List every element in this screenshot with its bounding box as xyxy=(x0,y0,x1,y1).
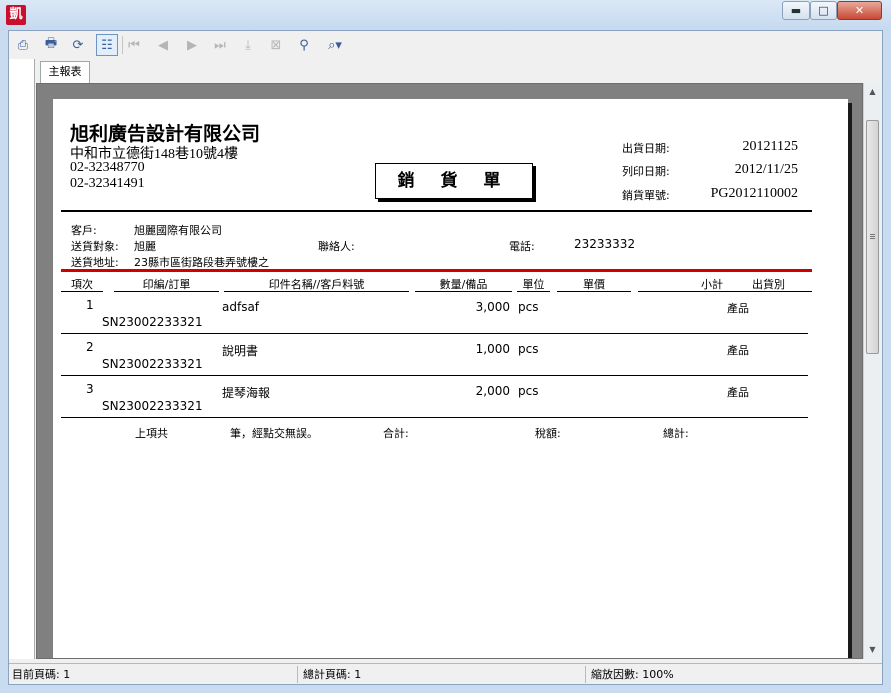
status-total-pages: 總計頁碼: 1 xyxy=(300,666,586,683)
group-tree-icon[interactable]: ☷ xyxy=(96,34,118,56)
customer-name: 旭麗國際有限公司 xyxy=(134,224,222,237)
ship-to: 旭麗 xyxy=(134,240,156,253)
row-unit: pcs xyxy=(518,300,539,314)
row-ship-type: 產品 xyxy=(727,386,749,399)
app-icon[interactable]: 凱 xyxy=(6,5,26,25)
row-order-number: SN23002233321 xyxy=(102,399,203,413)
ship-address: 23縣市區街路段巷弄號樓之 xyxy=(134,256,269,269)
row-quantity: 2,000 xyxy=(475,384,510,398)
row-divider xyxy=(61,417,808,418)
print-icon[interactable]: 🖶 xyxy=(40,34,62,56)
status-zoom: 縮放因數: 100% xyxy=(591,668,674,681)
company-phone: 02-32348770 xyxy=(70,160,145,175)
col-index: 項次 xyxy=(61,278,103,292)
last-page-icon[interactable]: ⏭ xyxy=(209,34,231,56)
col-unit: 單位 xyxy=(517,278,550,292)
col-quantity: 數量/備品 xyxy=(415,278,512,292)
row-item-name: adfsaf xyxy=(222,300,260,314)
row-index: 1 xyxy=(86,298,94,312)
tab-main-report[interactable]: 主報表 xyxy=(40,61,90,83)
report-page: 旭利廣告設計有限公司 中和市立德街148巷10號4樓 02-32348770 0… xyxy=(53,99,848,658)
row-divider xyxy=(61,375,808,376)
toolbar: ⎙ 🖶 ⟳ ☷ ⏮ ◀ ▶ ⏭ ⤓ ⊠ ⚲ ⌕▾ xyxy=(9,31,882,59)
first-page-icon[interactable]: ⏮ xyxy=(123,34,145,56)
find-icon[interactable]: ⚲ xyxy=(293,34,315,56)
scroll-up-icon[interactable]: ▲ xyxy=(864,83,881,100)
previous-page-icon[interactable]: ◀ xyxy=(152,34,174,56)
contact-label: 聯絡人: xyxy=(318,240,355,253)
row-item-name: 提琴海報 xyxy=(222,386,271,400)
print-date: 2012/11/25 xyxy=(734,162,798,177)
row-unit: pcs xyxy=(518,342,539,356)
row-item-name: 說明書 xyxy=(222,344,259,358)
customer-label: 客戶: xyxy=(71,224,97,237)
refresh-icon[interactable]: ⟳ xyxy=(67,34,89,56)
row-divider xyxy=(61,333,808,334)
items-count-prefix: 上項共 xyxy=(135,427,168,440)
row-quantity: 1,000 xyxy=(475,342,510,356)
ship-to-label: 送貨對象: xyxy=(71,240,119,253)
table-header: 項次 印編/訂單 印件名稱//客戶料號 數量/備品 單位 單價 小計 出貨別 xyxy=(61,278,812,294)
maximize-button[interactable]: □ xyxy=(810,1,837,20)
address-label: 送貨地址: xyxy=(71,256,119,269)
col-order: 印編/訂單 xyxy=(114,278,219,292)
zoom-icon[interactable]: ⌕▾ xyxy=(319,34,351,56)
row-order-number: SN23002233321 xyxy=(102,357,203,371)
phone-label: 電話: xyxy=(509,240,535,253)
tax-label: 稅額: xyxy=(535,427,561,440)
goto-page-icon[interactable]: ⤓ xyxy=(237,34,259,56)
next-page-icon[interactable]: ▶ xyxy=(181,34,203,56)
customer-phone: 23233332 xyxy=(574,237,636,251)
status-current-page: 目前頁碼: 1 xyxy=(9,666,298,683)
items-count-suffix: 筆，經點交無誤。 xyxy=(230,427,318,440)
ship-date-label: 出貨日期: xyxy=(622,142,670,155)
group-tree-panel[interactable] xyxy=(9,59,35,659)
row-index: 2 xyxy=(86,340,94,354)
tab-strip: 主報表 xyxy=(36,59,882,83)
col-price: 單價 xyxy=(557,278,631,292)
red-divider xyxy=(61,269,812,272)
document-title: 銷 貨 單 xyxy=(375,163,533,199)
company-fax: 02-32341491 xyxy=(70,176,145,191)
report-viewport[interactable]: 旭利廣告設計有限公司 中和市立德街148巷10號4樓 02-32348770 0… xyxy=(36,83,863,659)
report-viewer: ⎙ 🖶 ⟳ ☷ ⏮ ◀ ▶ ⏭ ⤓ ⊠ ⚲ ⌕▾ 主報表 旭利廣告設計有限公司 … xyxy=(8,30,883,685)
minimize-button[interactable]: ▬ xyxy=(782,1,810,20)
title-bar: 凱 ▬ □ ✕ xyxy=(0,0,891,30)
total-label: 總計: xyxy=(663,427,689,440)
export-icon[interactable]: ⎙ xyxy=(12,34,34,56)
company-name: 旭利廣告設計有限公司 xyxy=(70,123,261,145)
row-order-number: SN23002233321 xyxy=(102,315,203,329)
vertical-scrollbar[interactable]: ▲ ▼ xyxy=(863,83,881,659)
col-item-name: 印件名稱//客戶料號 xyxy=(224,278,409,292)
row-ship-type: 產品 xyxy=(727,344,749,357)
row-quantity: 3,000 xyxy=(475,300,510,314)
sum-label: 合計: xyxy=(383,427,409,440)
row-index: 3 xyxy=(86,382,94,396)
print-date-label: 列印日期: xyxy=(622,165,670,178)
order-number: PG2012110002 xyxy=(710,186,798,201)
header-divider xyxy=(61,210,812,212)
stop-icon[interactable]: ⊠ xyxy=(265,34,287,56)
order-number-label: 銷貨單號: xyxy=(622,189,670,202)
scroll-thumb[interactable] xyxy=(866,120,879,354)
status-bar: 目前頁碼: 1 總計頁碼: 1 縮放因數: 100% xyxy=(9,663,882,684)
row-ship-type: 產品 xyxy=(727,302,749,315)
close-button[interactable]: ✕ xyxy=(837,1,882,20)
ship-date: 20121125 xyxy=(742,139,798,154)
col-ship-type: 出貨別 xyxy=(725,278,812,292)
row-unit: pcs xyxy=(518,384,539,398)
scroll-down-icon[interactable]: ▼ xyxy=(864,641,881,658)
